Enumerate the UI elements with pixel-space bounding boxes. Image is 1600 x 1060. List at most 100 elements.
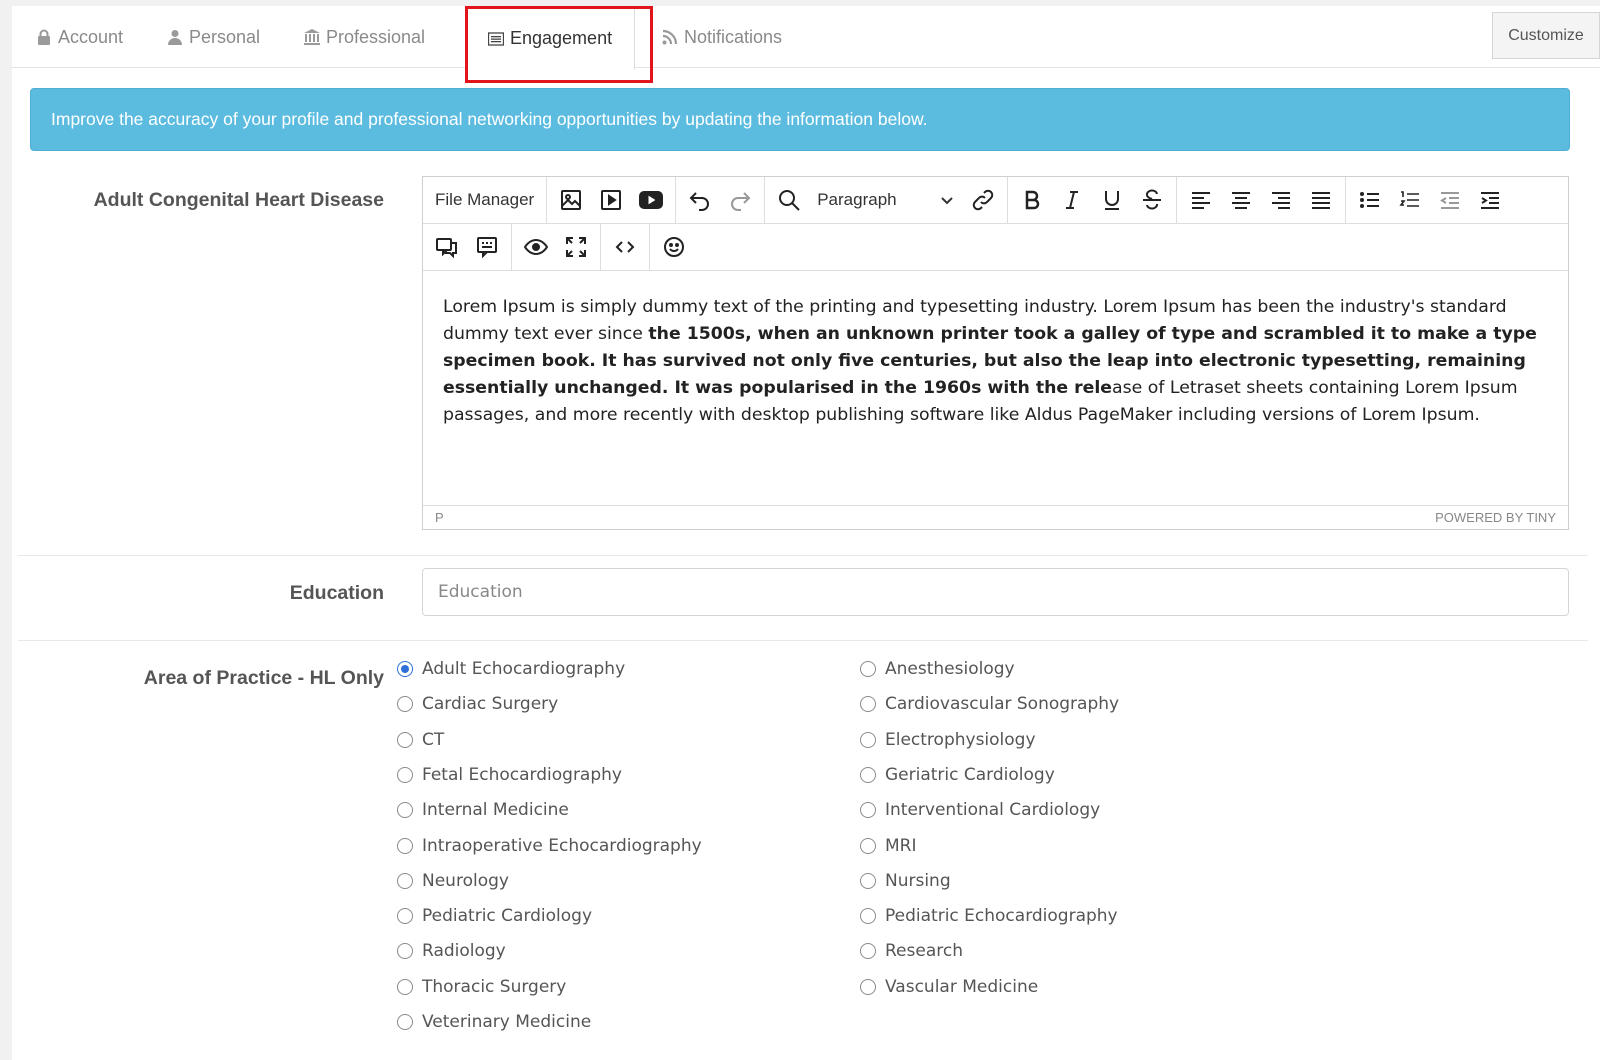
radio-label: Internal Medicine (422, 800, 569, 821)
comments-icon[interactable] (429, 229, 465, 265)
numbered-list-icon[interactable] (1392, 182, 1428, 218)
align-right-icon[interactable] (1263, 182, 1299, 218)
editor-status-bar: P POWERED BY TINY (423, 505, 1568, 529)
chevron-down-icon (941, 197, 953, 205)
radio-label: Thoracic Surgery (422, 976, 567, 997)
radio-button[interactable] (860, 696, 876, 713)
radio-button[interactable] (397, 837, 413, 854)
emoji-icon[interactable] (656, 229, 692, 265)
radio-label: Vascular Medicine (885, 976, 1039, 997)
radio-option[interactable]: Cardiovascular Sonography (860, 694, 1119, 714)
radio-option[interactable]: Adult Echocardiography (397, 659, 625, 679)
radio-button[interactable] (397, 943, 413, 960)
radio-option[interactable]: Nursing (860, 871, 951, 891)
search-icon[interactable] (771, 182, 807, 218)
education-label: Education (289, 582, 384, 604)
insert-media-icon[interactable] (593, 182, 629, 218)
radio-button[interactable] (397, 802, 413, 819)
radio-button[interactable] (397, 696, 413, 713)
radio-option[interactable]: MRI (860, 836, 917, 856)
rich-text-editor: File Manager Paragraph Lorem Ipsum is si… (422, 176, 1569, 530)
radio-option[interactable]: Thoracic Surgery (397, 977, 566, 997)
editor-content-area[interactable]: Lorem Ipsum is simply dummy text of the … (423, 273, 1568, 506)
radio-option[interactable]: Research (860, 941, 963, 961)
redo-icon[interactable] (722, 182, 758, 218)
radio-option[interactable]: Pediatric Cardiology (397, 906, 592, 926)
radio-option[interactable]: Electrophysiology (860, 730, 1036, 750)
tab-label: Professional (326, 26, 426, 47)
radio-option[interactable]: Veterinary Medicine (397, 1012, 591, 1032)
undo-icon[interactable] (682, 182, 718, 218)
rss-icon (662, 29, 678, 45)
indent-icon[interactable] (1472, 182, 1508, 218)
align-justify-icon[interactable] (1303, 182, 1339, 218)
radio-option[interactable]: Pediatric Echocardiography (860, 906, 1118, 926)
divider (18, 555, 1588, 556)
radio-button[interactable] (397, 872, 413, 889)
radio-option[interactable]: CT (397, 730, 444, 750)
customize-button[interactable]: Customize (1492, 12, 1600, 59)
editor-field-label: Adult Congenital Heart Disease (93, 189, 384, 211)
radio-option[interactable]: Internal Medicine (397, 800, 569, 820)
block-format-value: Paragraph (817, 190, 897, 209)
radio-option[interactable]: Radiology (397, 941, 506, 961)
education-field[interactable]: Education (422, 568, 1569, 616)
strikethrough-icon[interactable] (1134, 182, 1170, 218)
divider (18, 640, 1588, 641)
radio-option[interactable]: Neurology (397, 871, 509, 891)
radio-option[interactable]: Cardiac Surgery (397, 694, 558, 714)
radio-button[interactable] (397, 978, 413, 995)
element-path[interactable]: P (435, 510, 444, 525)
radio-button[interactable] (860, 837, 876, 854)
tab-personal[interactable]: Personal (167, 6, 260, 68)
radio-button[interactable] (397, 1014, 413, 1030)
link-icon[interactable] (965, 182, 1001, 218)
radio-button[interactable] (860, 766, 876, 783)
radio-option[interactable]: Intraoperative Echocardiography (397, 836, 702, 856)
radio-option[interactable]: Geriatric Cardiology (860, 765, 1055, 785)
radio-button[interactable] (397, 661, 413, 677)
radio-label: Radiology (422, 941, 506, 962)
youtube-icon[interactable] (633, 182, 669, 218)
block-format-select[interactable]: Paragraph (811, 190, 961, 210)
radio-button[interactable] (397, 731, 413, 748)
radio-button[interactable] (860, 908, 876, 925)
education-placeholder: Education (438, 582, 523, 602)
source-code-icon[interactable] (607, 229, 643, 265)
file-manager-button[interactable]: File Manager (427, 190, 542, 210)
align-center-icon[interactable] (1223, 182, 1259, 218)
radio-button[interactable] (397, 766, 413, 783)
tab-bar: Account Personal Professional Engagement… (12, 6, 1600, 70)
radio-option[interactable]: Fetal Echocardiography (397, 765, 622, 785)
radio-button[interactable] (860, 978, 876, 995)
tab-professional[interactable]: Professional (304, 6, 425, 68)
align-left-icon[interactable] (1183, 182, 1219, 218)
radio-button[interactable] (860, 731, 876, 748)
tab-notifications[interactable]: Notifications (662, 6, 782, 68)
preview-eye-icon[interactable] (518, 229, 554, 265)
bold-icon[interactable] (1014, 182, 1050, 218)
bullet-list-icon[interactable] (1352, 182, 1388, 218)
radio-label: Intraoperative Echocardiography (422, 835, 702, 856)
radio-option[interactable]: Vascular Medicine (860, 977, 1038, 997)
powered-by-label[interactable]: POWERED BY TINY (1435, 510, 1556, 525)
radio-button[interactable] (860, 661, 876, 677)
fullscreen-icon[interactable] (558, 229, 594, 265)
insert-image-icon[interactable] (553, 182, 589, 218)
radio-button[interactable] (860, 802, 876, 819)
radio-label: Veterinary Medicine (422, 1012, 592, 1032)
outdent-icon[interactable] (1432, 182, 1468, 218)
radio-button[interactable] (397, 908, 413, 925)
radio-option[interactable]: Anesthesiology (860, 659, 1015, 679)
underline-icon[interactable] (1094, 182, 1130, 218)
radio-label: Cardiac Surgery (422, 694, 559, 715)
tab-account[interactable]: Account (36, 6, 123, 68)
radio-button[interactable] (860, 943, 876, 960)
tab-engagement[interactable]: Engagement (465, 6, 636, 70)
radio-label: CT (422, 729, 445, 750)
radio-button[interactable] (860, 872, 876, 889)
template-icon[interactable] (469, 229, 505, 265)
lock-icon (38, 29, 50, 45)
italic-icon[interactable] (1054, 182, 1090, 218)
radio-option[interactable]: Interventional Cardiology (860, 800, 1100, 820)
